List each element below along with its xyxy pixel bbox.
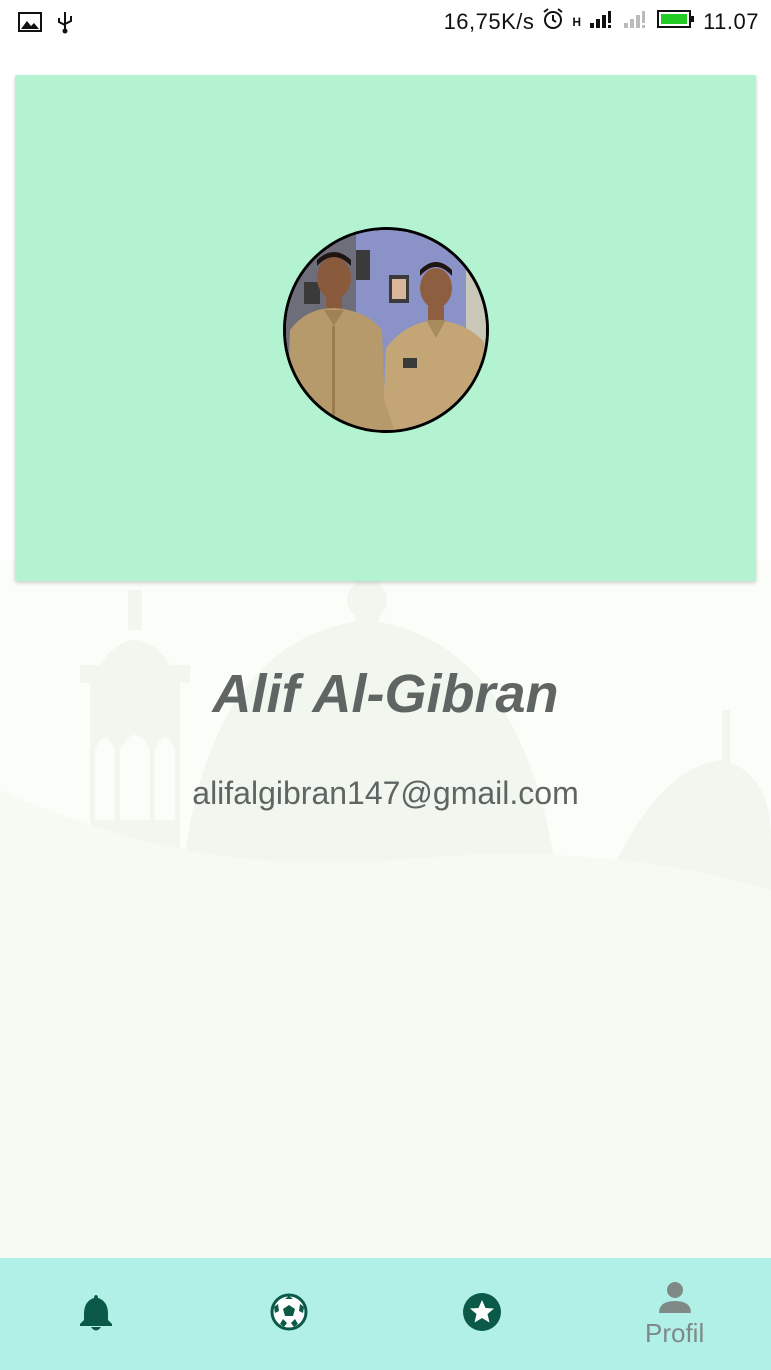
bottom-navigation: Profil (0, 1258, 771, 1370)
profile-email: alifalgibran147@gmail.com (192, 775, 579, 811)
battery-icon (657, 9, 695, 35)
person-icon (658, 1280, 692, 1314)
nav-item-profile[interactable]: Profil (578, 1258, 771, 1370)
net-speed: 16,75K/s (443, 9, 535, 34)
profile-name: Alif Al-Gibran (212, 664, 559, 724)
alarm-icon (542, 8, 564, 36)
nav-item-notifications[interactable] (0, 1258, 193, 1370)
image-icon (18, 12, 42, 37)
signal-empty-icon (623, 9, 649, 35)
signal-icon (589, 9, 615, 35)
nav-label-profile: Profil (645, 1317, 705, 1348)
profile-header-card (15, 75, 756, 581)
status-bar: 16,75K/s H 11.07 (0, 0, 771, 46)
network-type: H (572, 15, 582, 29)
nav-item-sports[interactable] (193, 1258, 386, 1370)
soccer-ball-icon (269, 1292, 309, 1332)
profile-avatar[interactable] (283, 227, 489, 433)
usb-icon (56, 10, 74, 39)
clock: 11.07 (703, 9, 759, 34)
star-circle-icon (462, 1292, 502, 1332)
nav-item-favorites[interactable] (386, 1258, 579, 1370)
bell-icon (78, 1292, 114, 1332)
